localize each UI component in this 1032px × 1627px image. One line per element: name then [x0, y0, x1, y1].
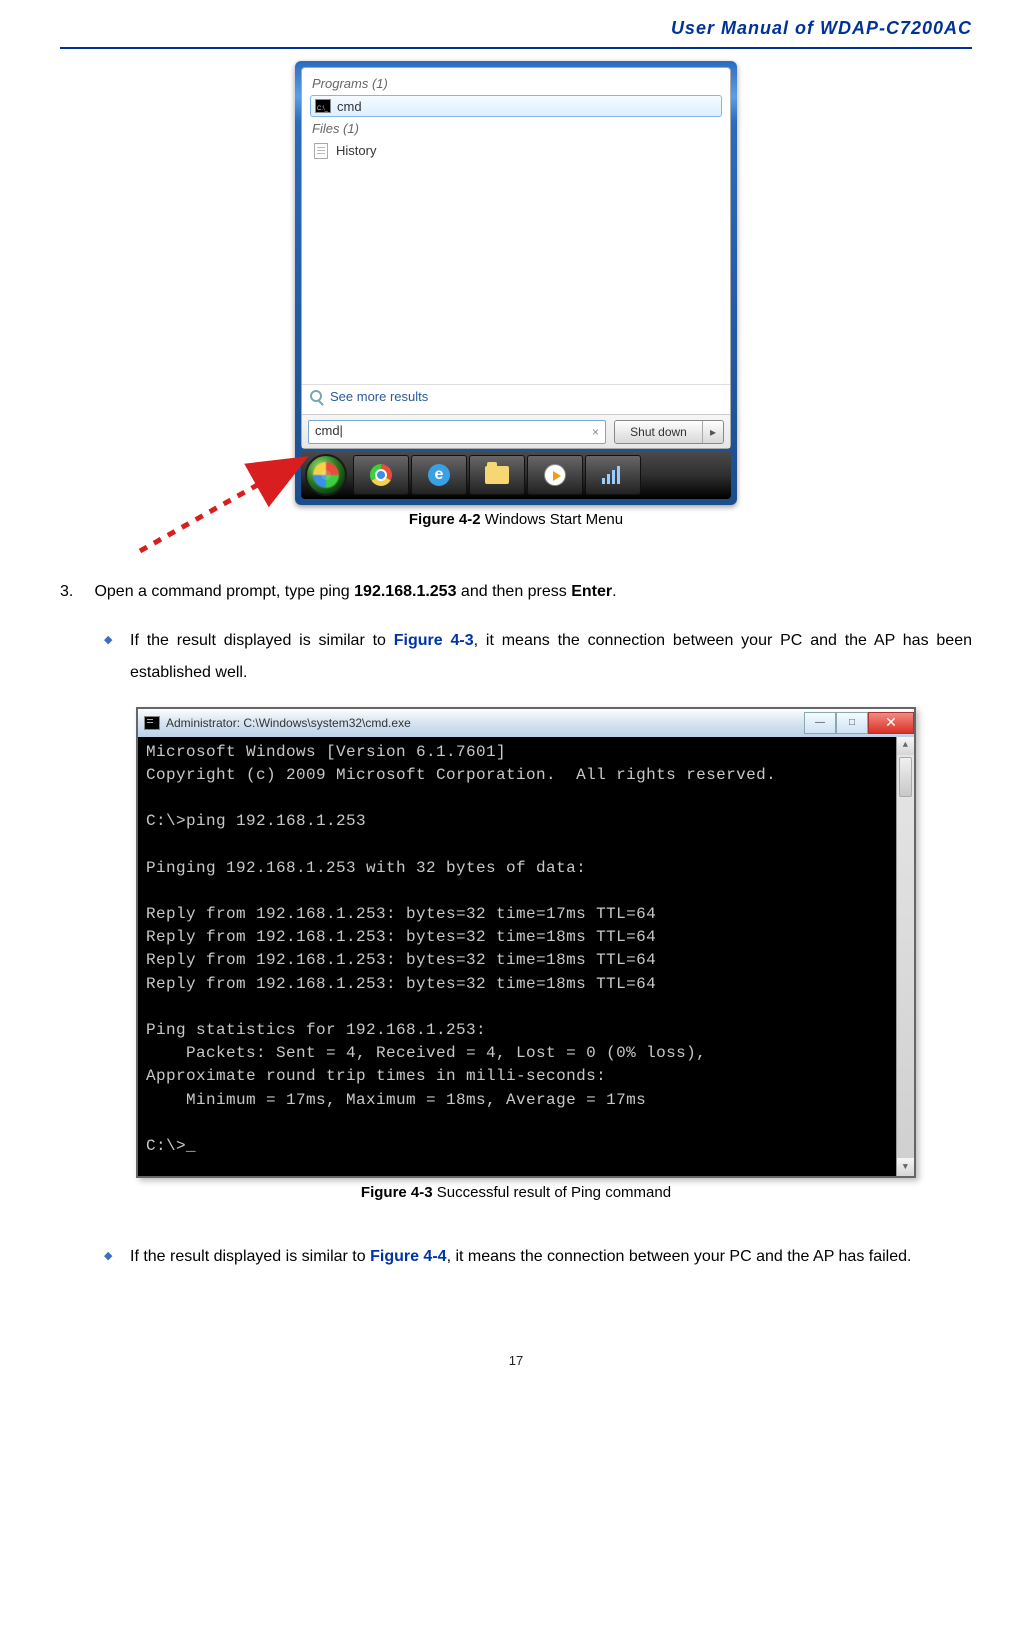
search-input-value: cmd|: [315, 423, 343, 438]
annotation-arrow: [130, 451, 330, 561]
scroll-up-icon[interactable]: ▲: [897, 737, 914, 755]
search-input[interactable]: cmd| ×: [308, 420, 606, 444]
files-group-label: Files (1): [302, 119, 730, 138]
cmd-scrollbar[interactable]: ▲▼: [896, 737, 914, 1176]
see-more-label: See more results: [330, 389, 428, 404]
bullet-pre: If the result displayed is similar to: [130, 632, 394, 649]
window-buttons: — □ ✕: [804, 712, 914, 734]
step-ip: 192.168.1.253: [354, 583, 456, 600]
caption-text: Windows Start Menu: [481, 511, 624, 528]
program-item-cmd[interactable]: cmd: [310, 95, 722, 117]
start-menu: Programs (1) cmd Files (1) History See m…: [295, 61, 737, 505]
start-menu-panel: Programs (1) cmd Files (1) History See m…: [301, 67, 731, 449]
cmd-output: Microsoft Windows [Version 6.1.7601] Cop…: [138, 737, 914, 1176]
figure-4-4-link[interactable]: Figure 4-4: [370, 1248, 446, 1265]
wmp-icon: [544, 464, 566, 486]
see-more-results[interactable]: See more results: [302, 384, 730, 408]
shutdown-arrow-icon[interactable]: ▸: [703, 421, 723, 443]
folder-icon: [485, 466, 509, 484]
scroll-down-icon[interactable]: ▼: [897, 1158, 914, 1176]
cmd-window: Administrator: C:\Windows\system32\cmd.e…: [136, 707, 916, 1178]
file-item-label: History: [336, 143, 376, 158]
cmd-window-title: Administrator: C:\Windows\system32\cmd.e…: [166, 716, 411, 730]
taskbar-wifi[interactable]: [585, 455, 641, 495]
bullet-success: If the result displayed is similar to Fi…: [104, 625, 972, 689]
cmd-titlebar[interactable]: Administrator: C:\Windows\system32\cmd.e…: [138, 709, 914, 737]
bullet-pre: If the result displayed is similar to: [130, 1248, 370, 1265]
file-icon: [314, 143, 328, 159]
taskbar-chrome[interactable]: [353, 455, 409, 495]
taskbar-explorer[interactable]: [469, 455, 525, 495]
step-3: 3. Open a command prompt, type ping 192.…: [60, 578, 972, 607]
clear-search-icon[interactable]: ×: [592, 425, 599, 439]
taskbar: [301, 451, 731, 499]
header-rule: [60, 47, 972, 49]
bullet-failure: If the result displayed is similar to Fi…: [104, 1241, 972, 1273]
caption-text: Successful result of Ping command: [433, 1184, 671, 1201]
taskbar-ie[interactable]: [411, 455, 467, 495]
page-number: 17: [60, 1353, 972, 1368]
programs-group-label: Programs (1): [302, 74, 730, 93]
search-icon: [310, 390, 322, 402]
shutdown-button[interactable]: Shut down ▸: [614, 420, 724, 444]
cmd-title-icon: [144, 716, 160, 730]
maximize-button[interactable]: □: [836, 712, 868, 734]
chrome-icon: [370, 464, 392, 486]
caption-bold: Figure 4-3: [361, 1184, 433, 1201]
file-item-history[interactable]: History: [310, 140, 722, 162]
cmd-output-text: Microsoft Windows [Version 6.1.7601] Cop…: [146, 743, 776, 1155]
step-enter: Enter: [571, 583, 612, 600]
bullet-post: , it means the connection between your P…: [447, 1248, 912, 1265]
scroll-thumb[interactable]: [899, 757, 912, 797]
caption-bold: Figure 4-2: [409, 511, 481, 528]
step-text-1: Open a command prompt, type ping: [94, 583, 354, 600]
figure-4-3-link[interactable]: Figure 4-3: [394, 632, 474, 649]
step-number: 3.: [60, 578, 90, 607]
figure-4-3-caption: Figure 4-3 Successful result of Ping com…: [60, 1184, 972, 1201]
minimize-button[interactable]: —: [804, 712, 836, 734]
ie-icon: [428, 464, 450, 486]
program-item-label: cmd: [337, 99, 362, 114]
doc-header-title: User Manual of WDAP-C7200AC: [60, 0, 972, 47]
close-button[interactable]: ✕: [868, 712, 914, 734]
step-period: .: [612, 583, 616, 600]
shutdown-label: Shut down: [615, 421, 703, 443]
figure-4-2: Programs (1) cmd Files (1) History See m…: [60, 61, 972, 528]
start-menu-bottom-bar: cmd| × Shut down ▸: [302, 414, 730, 448]
cmd-icon: [315, 99, 331, 113]
taskbar-wmp[interactable]: [527, 455, 583, 495]
wifi-icon: [602, 466, 624, 484]
step-text-2: and then press: [456, 583, 571, 600]
